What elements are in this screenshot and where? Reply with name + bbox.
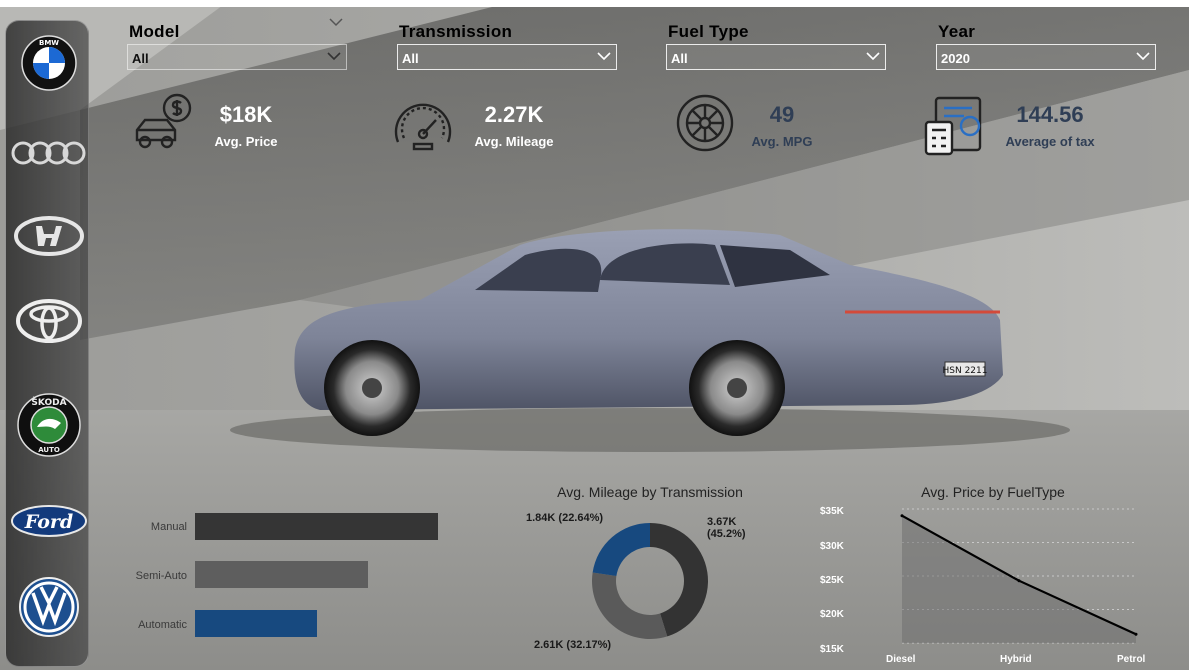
- y-tick-label: $20K: [820, 609, 844, 620]
- tire-icon: [676, 94, 734, 152]
- brand-audi-button[interactable]: [11, 121, 86, 185]
- brand-sidebar: BMW ŠKODA AUTO Ford: [5, 20, 89, 667]
- kpi-tax-value: 144.56: [1016, 102, 1084, 127]
- area-point-petrol[interactable]: [1134, 632, 1138, 636]
- brand-hyundai-button[interactable]: [12, 204, 86, 268]
- kpi-tax-label: Average of tax: [1005, 134, 1095, 149]
- mileage-donut-chart: [592, 523, 708, 639]
- donut-label-manual: 3.67K (45.2%): [707, 516, 746, 540]
- hyundai-logo-icon: [14, 216, 84, 256]
- model-dropdown[interactable]: All: [127, 44, 347, 70]
- price-area-chart: [900, 508, 1138, 644]
- bar-category-label: Semi-Auto: [135, 570, 187, 582]
- svg-text:ŠKODA: ŠKODA: [31, 396, 66, 408]
- x-tick-label: Petrol: [1117, 654, 1146, 665]
- brand-skoda-button[interactable]: ŠKODA AUTO: [12, 393, 86, 457]
- donut-label-semi-auto: 2.61K (32.17%): [534, 639, 612, 651]
- chevron-down-icon: [597, 52, 611, 61]
- transmission-dropdown[interactable]: All: [397, 44, 617, 70]
- area-point-diesel[interactable]: [900, 514, 904, 518]
- svg-text:AUTO: AUTO: [38, 446, 60, 454]
- car-price-icon: [135, 93, 192, 149]
- year-dropdown-value: 2020: [941, 51, 970, 66]
- y-tick-label: $30K: [820, 541, 844, 552]
- kpi-price-value: $18K: [219, 102, 273, 127]
- area-point-hybrid[interactable]: [1017, 579, 1021, 583]
- donut-label-automatic: 1.84K (22.64%): [526, 512, 604, 524]
- transmission-slicer-label: Transmission: [399, 22, 513, 41]
- kpi-mpg-value: 49: [769, 102, 795, 127]
- chevron-down-icon: [866, 52, 880, 61]
- bmw-logo-icon: BMW: [21, 35, 77, 91]
- bar-manual[interactable]: [195, 513, 438, 540]
- x-tick-label: Hybrid: [1000, 654, 1032, 665]
- skoda-logo-icon: ŠKODA AUTO: [17, 393, 81, 457]
- bar-category-label: Automatic: [138, 619, 187, 631]
- y-tick-label: $15K: [820, 644, 844, 655]
- donut-slice-semi-auto[interactable]: [592, 572, 668, 639]
- speedometer-icon: [394, 103, 452, 151]
- brand-bmw-button[interactable]: BMW: [12, 31, 86, 95]
- top-strip: [0, 0, 1189, 7]
- transmission-dropdown-value: All: [402, 51, 419, 66]
- svg-text:BMW: BMW: [39, 39, 59, 47]
- svg-text:Ford: Ford: [24, 511, 73, 533]
- fuel-type-slicer-label: Fuel Type: [668, 22, 749, 41]
- y-tick-label: $35K: [820, 506, 844, 517]
- x-tick-label: Diesel: [886, 654, 916, 665]
- donut-chart-title: Avg. Mileage by Transmission: [557, 484, 743, 500]
- year-slicer-label: Year: [938, 22, 976, 41]
- bar-semi-auto[interactable]: [195, 561, 368, 588]
- year-dropdown[interactable]: 2020: [936, 44, 1156, 70]
- license-plate: HSN 2211: [943, 366, 988, 376]
- fuel-type-dropdown[interactable]: All: [666, 44, 886, 70]
- audi-logo-icon: [11, 141, 86, 165]
- chevron-down-icon: [1136, 52, 1150, 61]
- donut-slice-automatic[interactable]: [592, 523, 650, 577]
- chevron-down-icon: [327, 52, 341, 61]
- brand-ford-button[interactable]: Ford: [11, 489, 87, 553]
- bar-automatic[interactable]: [195, 610, 317, 637]
- chevron-down-icon[interactable]: [329, 17, 343, 27]
- fuel-type-dropdown-value: All: [671, 51, 688, 66]
- brand-toyota-button[interactable]: [12, 289, 86, 353]
- brand-volkswagen-button[interactable]: [12, 575, 86, 639]
- kpi-price-label: Avg. Price: [214, 134, 278, 149]
- vw-logo-icon: [19, 577, 79, 637]
- toyota-logo-icon: [16, 299, 82, 343]
- y-tick-label: $25K: [820, 575, 844, 586]
- kpi-mileage-label: Avg. Mileage: [474, 134, 554, 149]
- kpi-mileage-value: 2.27K: [484, 102, 544, 127]
- model-dropdown-value: All: [132, 51, 149, 66]
- kpi-mpg-label: Avg. MPG: [751, 134, 813, 149]
- tax-calculator-icon: [924, 96, 982, 156]
- bar-category-label: Manual: [150, 521, 187, 533]
- area-chart-title: Avg. Price by FuelType: [921, 484, 1065, 500]
- model-slicer-label: Model: [129, 22, 180, 41]
- ford-logo-icon: Ford: [11, 505, 87, 537]
